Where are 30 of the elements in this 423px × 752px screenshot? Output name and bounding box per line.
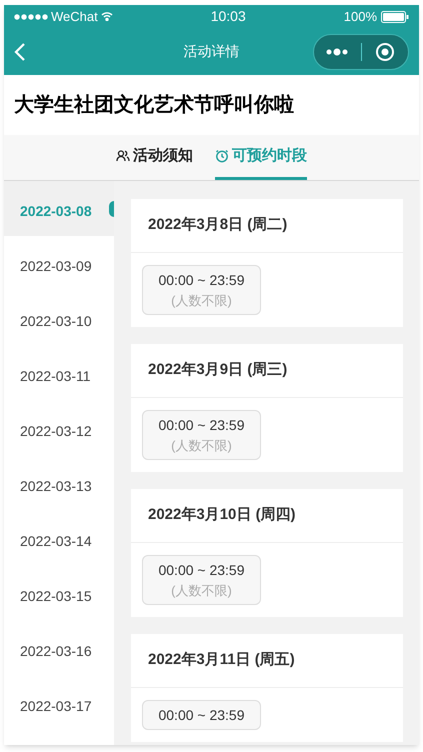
day-title: 2022年3月10日 (周四) bbox=[148, 505, 296, 526]
signal-icon bbox=[14, 14, 48, 20]
people-icon bbox=[116, 149, 130, 163]
back-icon[interactable] bbox=[14, 42, 26, 62]
time-slot[interactable]: 00:00 ~ 23:59 (人数不限) bbox=[142, 265, 261, 315]
slot-time: 00:00 ~ 23:59 bbox=[158, 706, 245, 725]
slot-capacity: (人数不限) bbox=[171, 437, 232, 455]
slot-time: 00:00 ~ 23:59 bbox=[158, 561, 245, 580]
slot-capacity: (人数不限) bbox=[171, 292, 232, 310]
time-slot[interactable]: 00:00 ~ 23:59 (人数不限) bbox=[142, 555, 261, 605]
clock-icon bbox=[215, 149, 229, 163]
nav-title: 活动详情 bbox=[184, 42, 240, 61]
slot-time: 00:00 ~ 23:59 bbox=[158, 416, 245, 435]
capsule-menu[interactable] bbox=[313, 34, 409, 70]
slot-time: 00:00 ~ 23:59 bbox=[158, 271, 245, 290]
tab[interactable]: 活动须知 bbox=[116, 135, 193, 180]
battery-percent: 100% bbox=[344, 8, 377, 26]
day-title: 2022年3月8日 (周二) bbox=[148, 215, 288, 236]
day-title: 2022年3月11日 (周五) bbox=[148, 650, 295, 670]
more-icon[interactable] bbox=[326, 48, 348, 56]
time-slot[interactable]: 00:00 ~ 23:59 bbox=[142, 700, 261, 730]
day-title: 2022年3月9日 (周三) bbox=[148, 360, 288, 380]
battery-icon bbox=[381, 10, 409, 22]
selected-indicator bbox=[109, 201, 114, 217]
slot-capacity: (人数不限) bbox=[171, 582, 232, 600]
carrier-name: WeChat bbox=[51, 8, 98, 26]
time-slot[interactable]: 00:00 ~ 23:59 (人数不限) bbox=[142, 410, 261, 460]
page-title: 大学生社团文化艺术节呼叫你啦 bbox=[14, 92, 294, 118]
wifi-icon bbox=[100, 12, 113, 21]
status-time: 10:03 bbox=[210, 7, 246, 26]
